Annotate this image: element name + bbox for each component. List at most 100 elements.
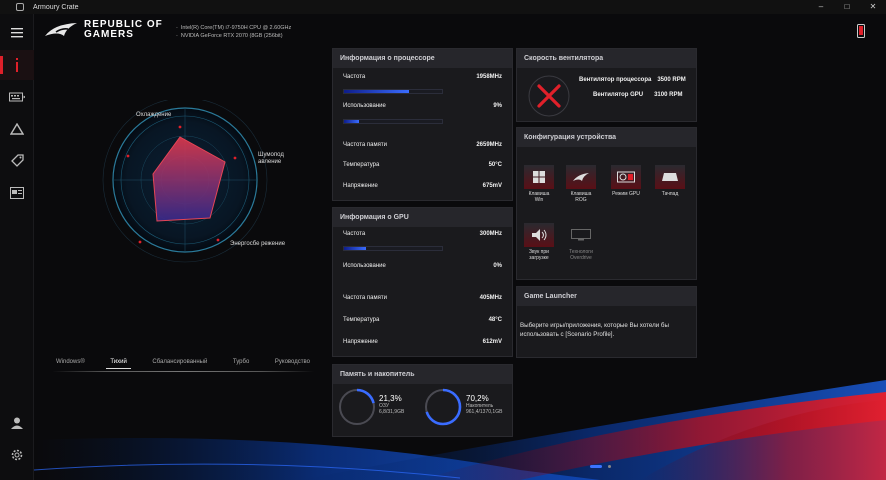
cpu-info-panel: Информация о процессоре Частота 1958MHz И… <box>332 48 513 201</box>
cpu-freq-bar <box>343 89 443 94</box>
config-win-key-line2: Win <box>534 197 544 203</box>
fan-panel-title: Скорость вентилятора <box>517 49 696 68</box>
mode-manual[interactable]: Руководство <box>271 356 314 368</box>
gpu-freq-bar-fill <box>344 247 366 250</box>
mode-windows[interactable]: Windows® <box>52 356 89 368</box>
close-button[interactable]: ✕ <box>860 0 886 14</box>
disk-gauge <box>422 386 464 433</box>
brand-line2: GAMERS <box>84 29 134 40</box>
minimize-button[interactable]: – <box>808 0 834 14</box>
cpu-temp-value: 50°C <box>488 162 502 168</box>
config-win-key[interactable]: Клавиша Win <box>522 165 556 203</box>
device-config-panel: Конфигурация устройства Клавиша Win Клав… <box>516 127 697 280</box>
scenario-radar: Охлаждение Шумопод авление Энергосбе реж… <box>40 97 330 350</box>
ram-gauge <box>336 386 378 433</box>
gpu-mem-freq-label: Частота памяти <box>343 295 387 301</box>
config-touchpad-line1: Тачпад <box>661 191 679 197</box>
nav-item-news[interactable] <box>0 178 34 208</box>
cpu-usage-label: Использование <box>343 103 386 109</box>
touchpad-icon <box>655 165 685 189</box>
cpu-volt-label: Напряжение <box>343 183 378 189</box>
title-bar: Armoury Crate – □ ✕ <box>0 0 886 14</box>
gpu-model: NVIDIA GeForce RTX 2070 (8GB (256bit) <box>180 33 283 39</box>
cpu-mem-freq-value: 2659MHz <box>476 142 502 148</box>
nav-item-aura[interactable] <box>0 82 34 112</box>
config-boot-sound-line2: загрузке <box>529 255 549 261</box>
config-rog-key-line2: ROG <box>575 197 587 203</box>
gpu-usage-value: 0% <box>493 263 502 269</box>
config-boot-sound[interactable]: Звук при загрузке <box>522 223 556 261</box>
triangle-icon <box>10 123 24 135</box>
radar-label-energy: Энергосбе режение <box>230 241 286 247</box>
info-icon <box>16 58 18 72</box>
gpu-volt-value: 612mV <box>482 339 502 345</box>
mode-selector: Windows® Тихий Сбалансированный Турбо Ру… <box>52 354 314 370</box>
radar-label-cooling: Охлаждение <box>136 112 172 118</box>
config-touchpad[interactable]: Тачпад <box>653 165 687 197</box>
config-panel-title: Конфигурация устройства <box>517 128 696 147</box>
windows-key-icon <box>524 165 554 189</box>
config-gpu-mode-line1: Режим GPU <box>612 191 640 197</box>
config-overdrive[interactable]: Технологи Overdrive <box>564 223 598 261</box>
boot-sound-icon <box>524 223 554 247</box>
nav-item-deals[interactable] <box>0 146 34 176</box>
cpu-usage-value: 9% <box>493 103 502 109</box>
phone-icon[interactable] <box>857 24 865 43</box>
nav-item-user[interactable] <box>0 408 34 438</box>
cpu-freq-bar-fill <box>344 90 409 93</box>
radar-chart <box>102 97 268 263</box>
fan-speed-panel: Скорость вентилятора Вентилятор процессо… <box>516 48 697 122</box>
keyboard-icon <box>9 92 25 102</box>
storage-panel: Память и накопитель 21,3% ОЗУ 6,8/31,9GB… <box>332 364 513 437</box>
nav-item-armoury[interactable] <box>0 114 34 144</box>
radar-label-noise-line2: авление <box>258 159 282 165</box>
launcher-panel-title: Game Launcher <box>517 287 696 306</box>
gpu-volt-label: Напряжение <box>343 339 378 345</box>
cpu-mem-freq-label: Частота памяти <box>343 142 387 148</box>
gpu-temp-value: 48°C <box>488 317 502 323</box>
gpu-temp-label: Температура <box>343 317 380 323</box>
menu-button[interactable] <box>0 18 34 48</box>
mode-turbo[interactable]: Турбо <box>229 356 253 368</box>
disk-percent: 70,2% <box>466 394 489 403</box>
left-nav-rail <box>0 14 34 480</box>
mode-underline <box>52 371 314 372</box>
rog-logo: REPUBLIC OF GAMERS <box>44 20 163 40</box>
config-gpu-mode[interactable]: Режим GPU <box>609 165 643 197</box>
page-dot[interactable] <box>608 465 611 468</box>
gpu-mode-icon <box>611 165 641 189</box>
rog-eye-icon <box>45 23 77 36</box>
game-launcher-panel[interactable]: Game Launcher Выберите игры/приложения, … <box>516 286 697 358</box>
maximize-button[interactable]: □ <box>834 0 860 14</box>
news-icon <box>10 187 24 199</box>
ram-percent: 21,3% <box>379 394 402 403</box>
user-icon <box>11 417 23 429</box>
page-dot-active[interactable] <box>590 465 602 468</box>
gear-icon <box>11 449 23 461</box>
gpu-freq-bar <box>343 246 443 251</box>
cpu-fan-label: Вентилятор процессора <box>579 77 652 83</box>
rog-key-icon <box>566 165 596 189</box>
gpu-freq-label: Частота <box>343 231 366 237</box>
gpu-freq-value: 300MHz <box>479 231 502 237</box>
cpu-panel-title: Информация о процессоре <box>333 49 512 68</box>
overdrive-icon <box>566 223 596 247</box>
config-rog-key[interactable]: Клавиша ROG <box>564 165 598 203</box>
disk-detail: 961,4/1370,1GB <box>466 409 503 415</box>
system-info: - Intel(R) Core(TM) i7-9750H CPU @ 2.60GH… <box>176 25 292 39</box>
ram-detail: 6,8/31,9GB <box>379 409 405 415</box>
app-title: Armoury Crate <box>33 3 79 11</box>
launcher-description: Выберите игры/приложения, которые Вы хот… <box>520 322 669 338</box>
mode-balanced[interactable]: Сбалансированный <box>148 356 211 368</box>
gpu-fan-value: 3100 RPM <box>654 92 683 98</box>
nav-item-settings[interactable] <box>0 440 34 470</box>
storage-panel-title: Память и накопитель <box>333 365 512 384</box>
page-indicator <box>590 465 611 468</box>
gpu-usage-label: Использование <box>343 263 386 269</box>
cpu-model: Intel(R) Core(TM) i7-9750H CPU @ 2.60GHz <box>180 25 292 31</box>
gpu-fan-label: Вентилятор GPU <box>593 92 644 98</box>
radar-label-noise: Шумопод авление <box>258 152 284 166</box>
nav-item-home[interactable] <box>0 50 34 80</box>
mode-silent[interactable]: Тихий <box>106 356 131 369</box>
tag-icon <box>11 154 24 167</box>
